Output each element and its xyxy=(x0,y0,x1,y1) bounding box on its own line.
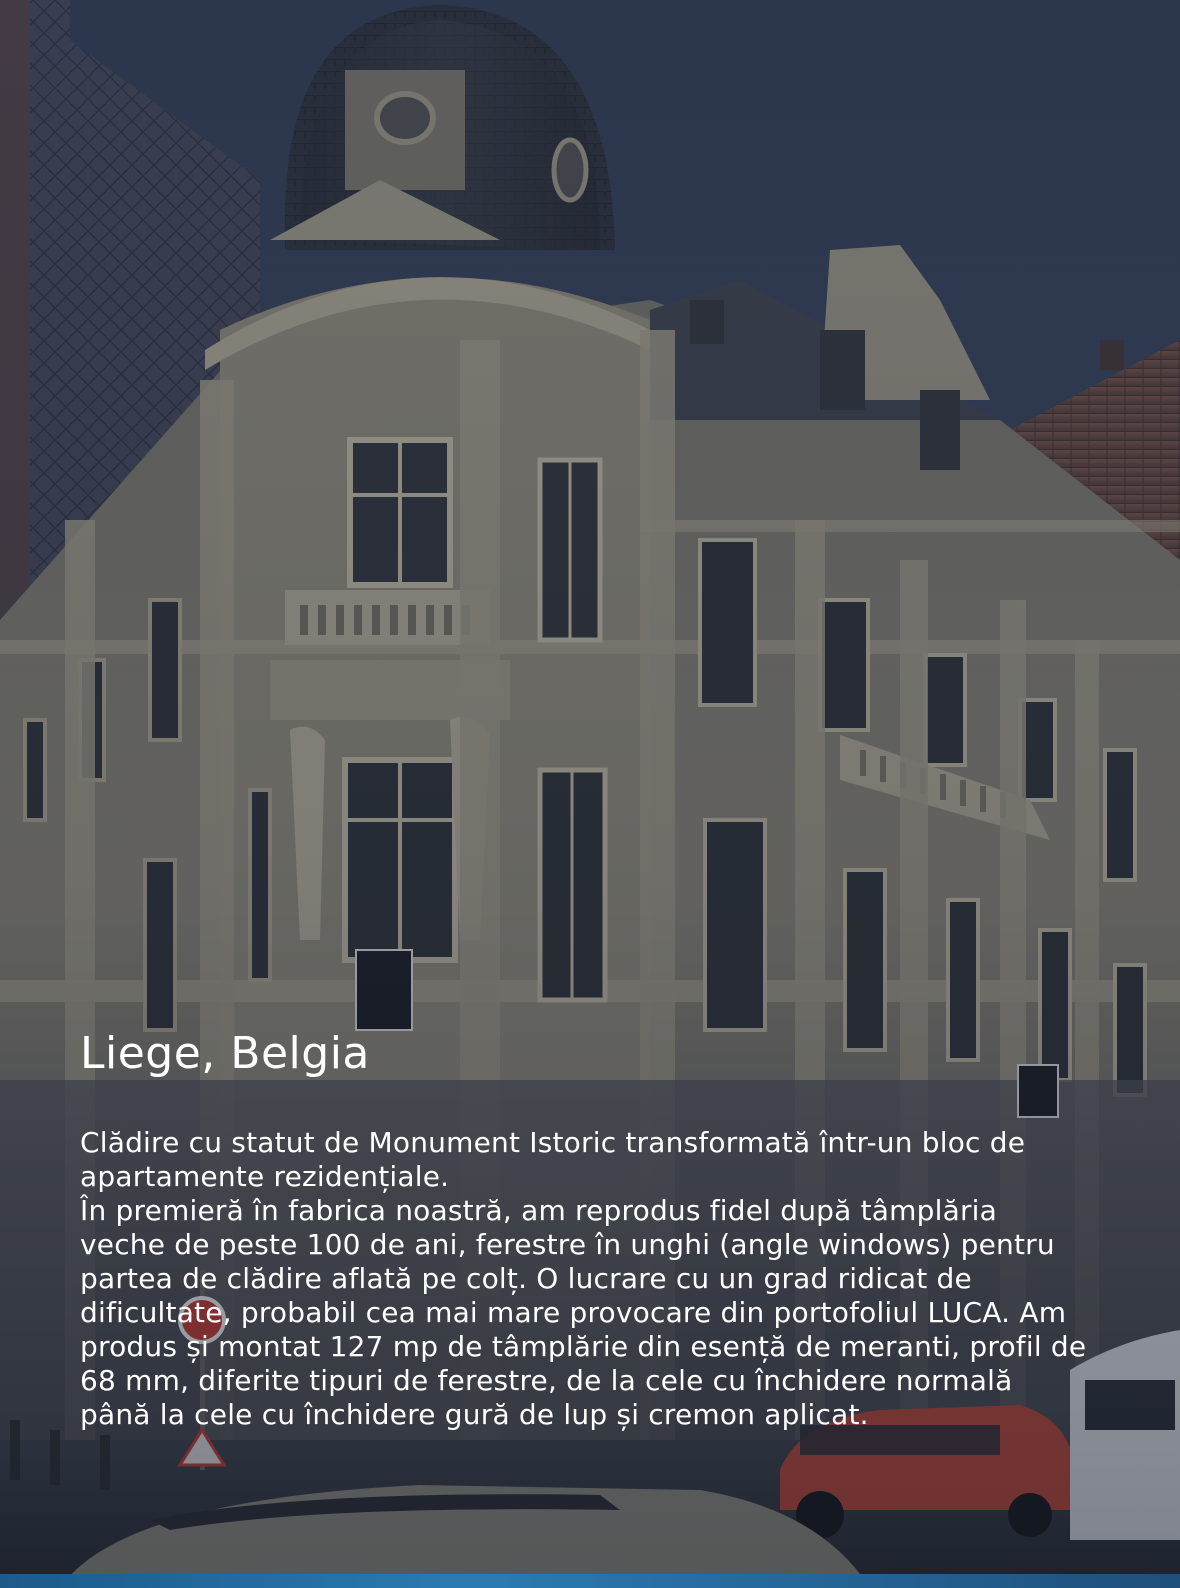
description-paragraph-2: În premieră în fabrica noastră, am repro… xyxy=(80,1194,1087,1432)
hero-section: Liege, Belgia Clădire cu statut de Monum… xyxy=(0,0,1180,1588)
bottom-strip xyxy=(0,1574,1180,1588)
description-paragraph-1: Clădire cu statut de Monument Istoric tr… xyxy=(80,1126,1026,1194)
location-title: Liege, Belgia xyxy=(80,1028,370,1079)
caption-block: Liege, Belgia Clădire cu statut de Monum… xyxy=(80,1028,1090,1432)
